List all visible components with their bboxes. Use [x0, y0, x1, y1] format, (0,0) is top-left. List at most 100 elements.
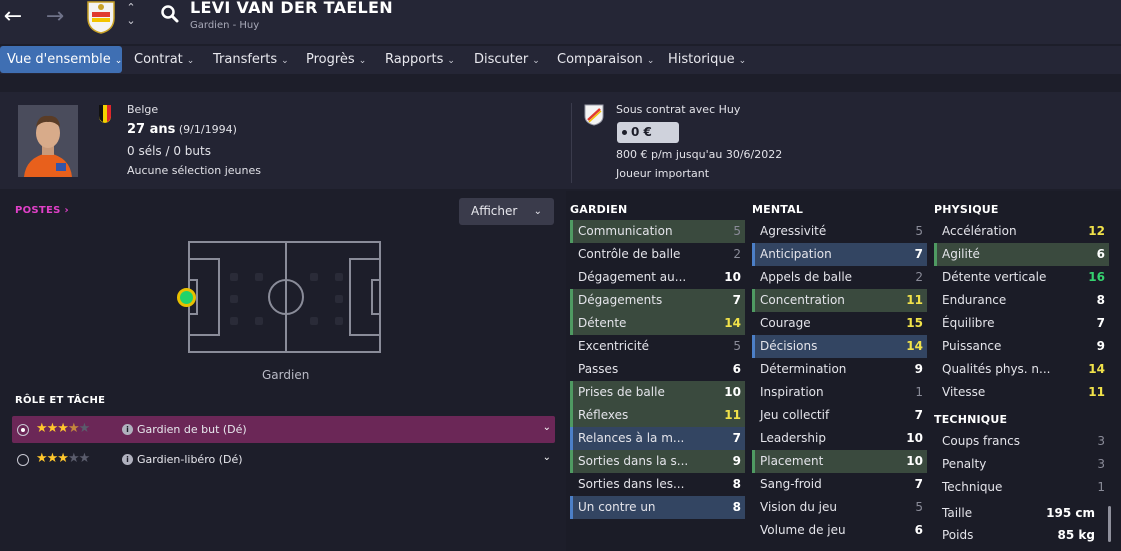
chevron-down-icon[interactable]: ⌄ — [543, 422, 551, 433]
role-row-gardien-libero[interactable]: ★★★★★ i Gardien-libéro (Dé) ⌄ — [12, 446, 555, 473]
tab-transferts[interactable]: Transferts ⌄ — [213, 46, 289, 73]
mental-header: MENTAL — [752, 203, 804, 216]
attribute-row[interactable]: Dégagement au... 10 — [570, 266, 745, 289]
attribute-row[interactable]: Agilité 6 — [934, 243, 1109, 266]
info-icon[interactable]: i — [122, 454, 133, 465]
chevron-down-icon: ⌄ — [281, 56, 289, 66]
attribute-row[interactable]: Vitesse 11 — [934, 381, 1109, 404]
attribute-label: Excentricité — [578, 339, 650, 353]
attribute-row[interactable]: Contrôle de balle 2 — [570, 243, 745, 266]
forward-arrow-icon[interactable]: → — [42, 4, 68, 30]
attribute-value: 5 — [733, 224, 741, 238]
attribute-label: Jeu collectif — [760, 408, 830, 422]
attribute-value: 5 — [915, 500, 923, 514]
attribute-row[interactable]: Prises de balle 10 — [570, 381, 745, 404]
chevron-down-icon[interactable]: ⌄ — [543, 452, 551, 463]
attribute-row[interactable]: Penalty 3 — [934, 453, 1109, 476]
tab-contrat[interactable]: Contrat ⌄ — [134, 46, 194, 73]
position-slot — [335, 317, 343, 325]
attribute-row[interactable]: Réflexes 11 — [570, 404, 745, 427]
tab-label: Transferts — [213, 52, 278, 67]
attribute-row[interactable]: Détente verticale 16 — [934, 266, 1109, 289]
attribute-label: Décisions — [760, 339, 818, 353]
goalkeeper-position-marker[interactable] — [177, 288, 196, 307]
tab-label: Discuter — [474, 52, 529, 67]
caps: 0 séls / 0 buts — [127, 144, 211, 158]
attribute-row[interactable]: Leadership 10 — [752, 427, 927, 450]
tab-comparaison[interactable]: Comparaison ⌄ — [557, 46, 654, 73]
measure-label: Taille — [942, 506, 973, 520]
chevron-down-icon: ⌄ — [533, 206, 542, 217]
attribute-row[interactable]: Concentration 11 — [752, 289, 927, 312]
attribute-label: Appels de balle — [760, 270, 853, 284]
physique-header: PHYSIQUE — [934, 203, 999, 216]
attribute-row[interactable]: Vision du jeu 5 — [752, 496, 927, 519]
search-icon[interactable] — [160, 4, 180, 24]
info-icon[interactable]: i — [122, 424, 133, 435]
attribute-row[interactable]: Sang-froid 7 — [752, 473, 927, 496]
afficher-dropdown[interactable]: Afficher ⌄ — [459, 198, 554, 225]
attribute-row[interactable]: Accélération 12 — [934, 220, 1109, 243]
attribute-row[interactable]: Volume de jeu 6 — [752, 519, 927, 542]
attribute-row[interactable]: Sorties dans les... 8 — [570, 473, 745, 496]
attribute-row[interactable]: Technique 1 — [934, 476, 1109, 499]
tab-progres[interactable]: Progrès ⌄ — [306, 46, 366, 73]
chevron-down-icon: ⌄ — [738, 56, 747, 66]
attribute-row[interactable]: Relances à la m... 7 — [570, 427, 745, 450]
attribute-value: 7 — [1096, 316, 1105, 330]
tab-historique[interactable]: Historique ⌄ — [668, 46, 746, 73]
attribute-row[interactable]: Sorties dans la s... 9 — [570, 450, 745, 473]
scrollbar[interactable] — [1108, 506, 1111, 542]
radio-selected[interactable] — [17, 424, 29, 436]
attribute-row[interactable]: Appels de balle 2 — [752, 266, 927, 289]
age: 27 ans — [127, 122, 176, 137]
attribute-value: 14 — [906, 339, 923, 353]
attribute-value: 3 — [1097, 434, 1105, 448]
attribute-label: Sang-froid — [760, 477, 822, 491]
attribute-value: 9 — [732, 454, 741, 468]
attribute-row[interactable]: Excentricité 5 — [570, 335, 745, 358]
attribute-value: 5 — [915, 224, 923, 238]
attribute-row[interactable]: Décisions 14 — [752, 335, 927, 358]
radio-unselected[interactable] — [17, 454, 29, 466]
attribute-row[interactable]: Courage 15 — [752, 312, 927, 335]
position-slot — [230, 273, 238, 281]
tab-vue-ensemble[interactable]: Vue d'ensemble ⌄ — [0, 46, 122, 73]
attribute-row[interactable]: Détermination 9 — [752, 358, 927, 381]
attribute-row[interactable]: Placement 10 — [752, 450, 927, 473]
attribute-row[interactable]: Qualités phys. n... 14 — [934, 358, 1109, 381]
attribute-row[interactable]: Passes 6 — [570, 358, 745, 381]
attribute-label: Un contre un — [578, 500, 656, 514]
attribute-row[interactable]: Jeu collectif 7 — [752, 404, 927, 427]
attribute-row[interactable]: Coups francs 3 — [934, 430, 1109, 453]
attribute-value: 3 — [1097, 457, 1105, 471]
value-tag[interactable]: 0 € — [617, 122, 679, 143]
player-switch-arrows[interactable]: ⌃ ⌄ — [124, 1, 138, 27]
attribute-row[interactable]: Anticipation 7 — [752, 243, 927, 266]
attribute-row[interactable]: Puissance 9 — [934, 335, 1109, 358]
attribute-row[interactable]: Équilibre 7 — [934, 312, 1109, 335]
attribute-label: Vision du jeu — [760, 500, 837, 514]
position-slot — [310, 317, 318, 325]
birthdate: (9/1/1994) — [178, 123, 237, 136]
attribute-value: 2 — [733, 247, 741, 261]
back-arrow-icon[interactable]: ← — [0, 4, 26, 30]
club-badge-icon[interactable] — [86, 0, 116, 34]
attribute-row[interactable]: Agressivité 5 — [752, 220, 927, 243]
attribute-row[interactable]: Communication 5 — [570, 220, 745, 243]
player-subtitle: Gardien - Huy — [190, 20, 260, 31]
attribute-value: 8 — [732, 477, 741, 491]
attribute-label: Dégagement au... — [578, 270, 687, 284]
position-slot — [335, 273, 343, 281]
attribute-row[interactable]: Dégagements 7 — [570, 289, 745, 312]
measure-value: 195 cm — [1046, 506, 1095, 520]
positions-header[interactable]: POSTES › — [15, 205, 69, 216]
role-row-gardien-de-but[interactable]: ★★★★★ i Gardien de but (Dé) ⌄ — [12, 416, 555, 443]
attribute-row[interactable]: Endurance 8 — [934, 289, 1109, 312]
half-star-icon: ★ — [67, 421, 80, 436]
attribute-row[interactable]: Un contre un 8 — [570, 496, 745, 519]
attribute-row[interactable]: Détente 14 — [570, 312, 745, 335]
tab-rapports[interactable]: Rapports ⌄ — [385, 46, 455, 73]
tab-discuter[interactable]: Discuter ⌄ — [474, 46, 540, 73]
attribute-row[interactable]: Inspiration 1 — [752, 381, 927, 404]
